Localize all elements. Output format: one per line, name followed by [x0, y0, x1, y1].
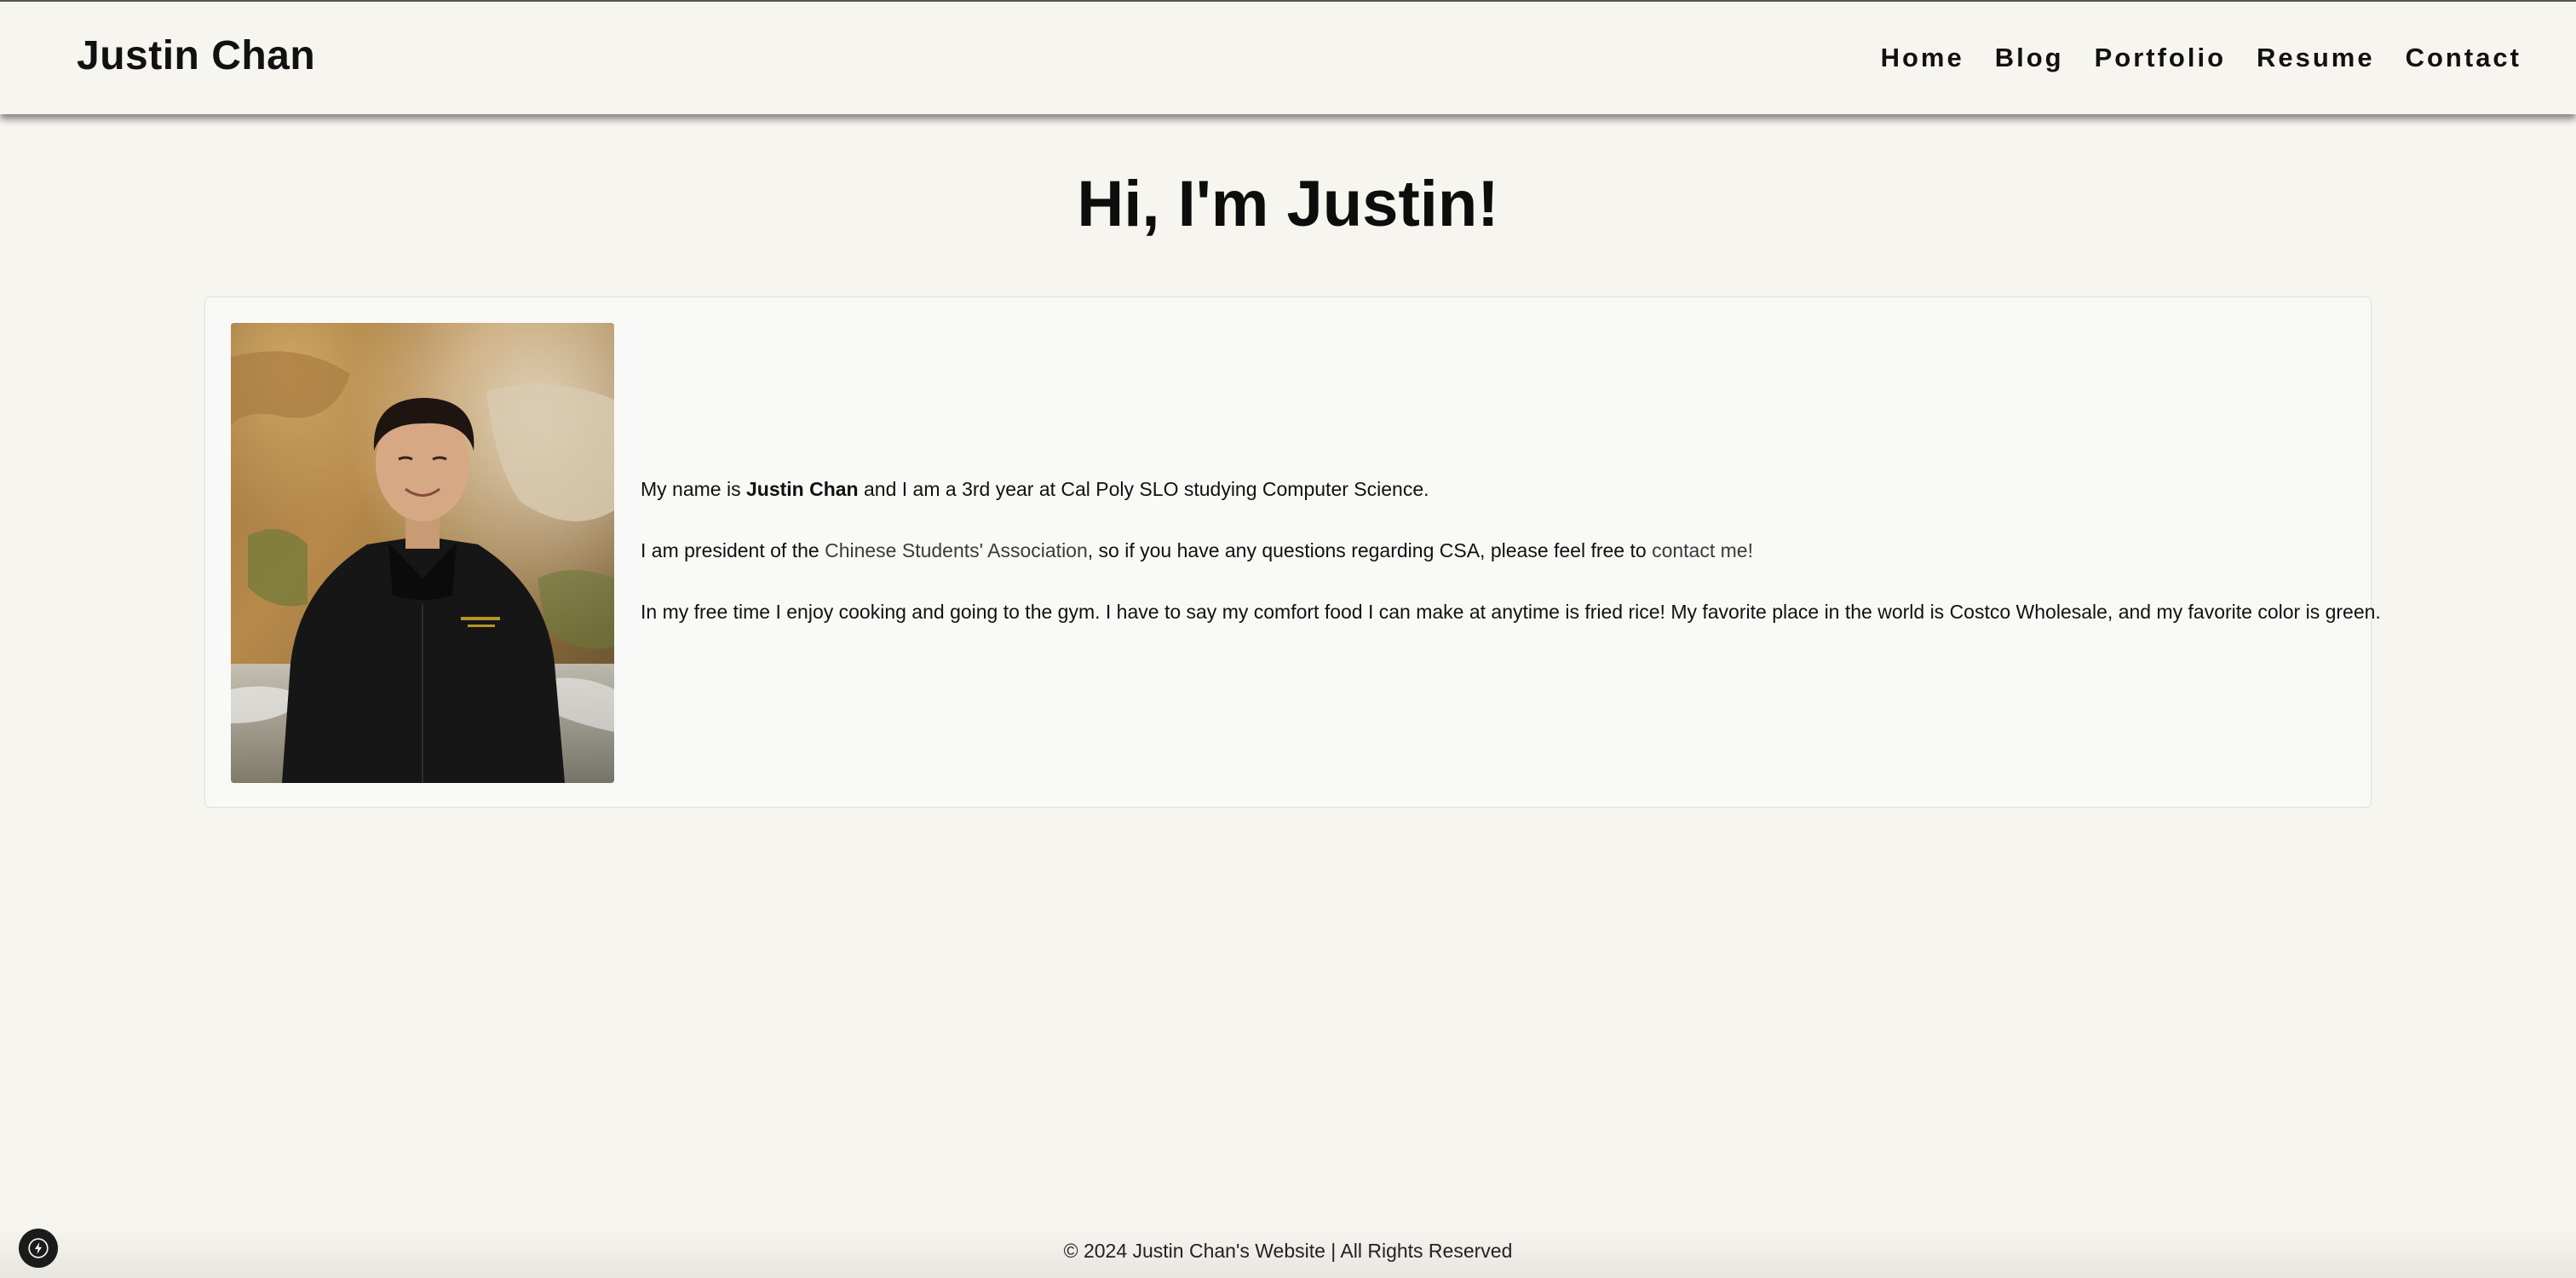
csa-link[interactable]: Chinese Students' Association [825, 539, 1088, 561]
bio-name: Justin Chan [745, 478, 859, 500]
bio-paragraph-3: In my free time I enjoy cooking and goin… [641, 601, 2381, 623]
nav-portfolio[interactable]: Portfolio [2095, 43, 2226, 73]
site-footer: © 2024 Justin Chan's Website | All Right… [0, 1227, 2576, 1278]
site-header: Justin Chan Home Blog Portfolio Resume C… [0, 0, 2576, 114]
page-title: Hi, I'm Justin! [1077, 168, 1499, 240]
about-card: My name is Justin Chan and I am a 3rd ye… [204, 296, 2381, 808]
main-nav: Home Blog Portfolio Resume Contact [1881, 43, 2521, 73]
profile-photo [231, 323, 614, 783]
copyright-text: © 2024 Justin Chan's Website | All Right… [1063, 1240, 1513, 1262]
bio-paragraph-1: My name is Justin Chan and I am a 3rd ye… [641, 475, 2353, 504]
bio-intro-text: My name is [641, 478, 746, 500]
profile-photo-graphic [231, 323, 614, 783]
bio-csa-prefix: I am president of the [641, 539, 825, 561]
nav-blog[interactable]: Blog [1995, 43, 2064, 73]
contact-me-link[interactable]: contact me! [1652, 539, 1753, 561]
bio-study-text: and I am a 3rd year at Cal Poly SLO stud… [858, 478, 1429, 500]
site-brand[interactable]: Justin Chan [77, 32, 315, 79]
bio-text: My name is Justin Chan and I am a 3rd ye… [641, 475, 2381, 659]
bio-paragraph-2: I am president of the Chinese Students' … [641, 536, 2353, 565]
lightning-bolt-glyph [28, 1238, 49, 1258]
nav-resume[interactable]: Resume [2257, 43, 2375, 73]
lightning-bolt-icon[interactable] [19, 1229, 58, 1268]
bio-csa-middle: , so if you have any questions regarding… [1087, 539, 1653, 561]
nav-home[interactable]: Home [1881, 43, 1964, 73]
nav-contact[interactable]: Contact [2406, 43, 2521, 73]
